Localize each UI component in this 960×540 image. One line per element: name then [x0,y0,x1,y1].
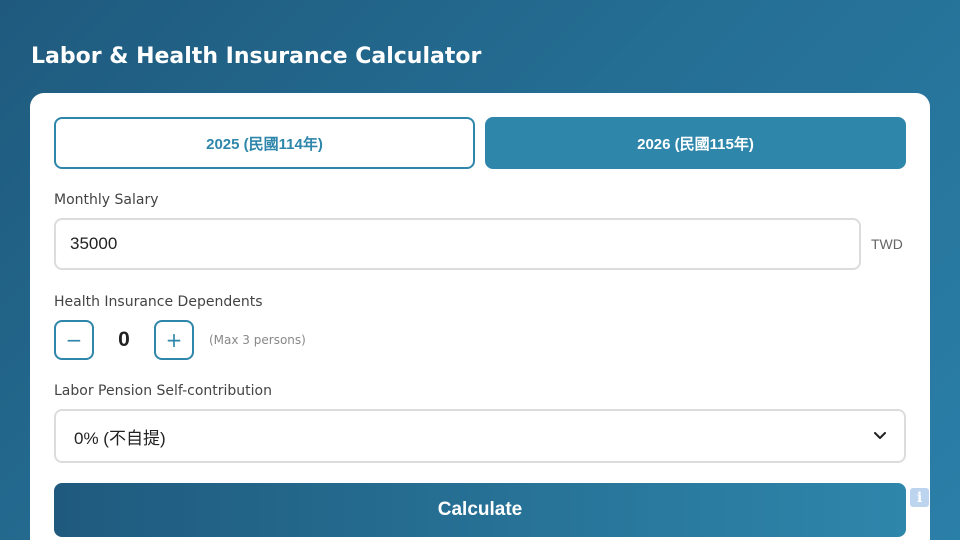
tab-year-2026[interactable]: 2026 (民國115年) [485,117,906,169]
salary-label: Monthly Salary [54,192,159,208]
calculator-card: 2025 (民國114年) 2026 (民國115年) Monthly Sala… [30,93,930,540]
increment-dependents-button[interactable]: + [154,320,194,360]
pension-select[interactable]: 0% (不自提) [54,409,906,463]
decrement-dependents-button[interactable]: − [54,320,94,360]
salary-input[interactable] [54,218,861,270]
info-icon[interactable]: i [910,488,929,507]
pension-selected-value: 0% (不自提) [74,428,166,448]
chevron-down-icon [874,430,886,442]
app-title: Labor & Health Insurance Calculator [31,44,482,69]
tab-year-2025[interactable]: 2025 (民國114年) [54,117,475,169]
pension-label: Labor Pension Self-contribution [54,383,272,399]
dependents-count: 0 [118,328,130,351]
calculate-button[interactable]: Calculate [54,483,906,537]
minus-icon: − [65,328,83,352]
year-tabs: 2025 (民國114年) 2026 (民國115年) [54,117,906,169]
currency-unit: TWD [871,236,903,252]
dependents-hint: (Max 3 persons) [209,333,306,347]
dependents-label: Health Insurance Dependents [54,294,263,310]
plus-icon: + [165,328,183,352]
